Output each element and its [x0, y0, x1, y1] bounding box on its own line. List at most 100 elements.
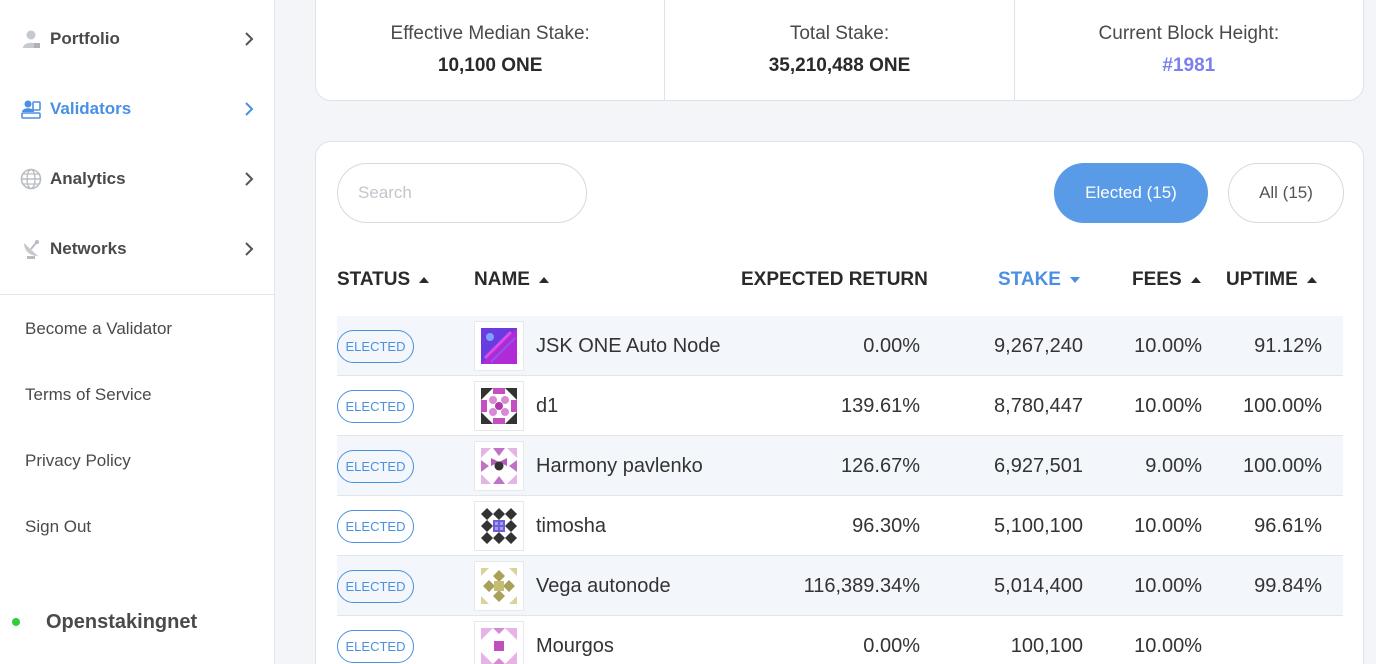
table-row[interactable]: ELECTED Vega autonode 116,389.34% 5,014,… [337, 556, 1343, 616]
network-indicator[interactable]: Openstakingnet [12, 609, 197, 635]
validator-avatar [474, 501, 524, 551]
table-row[interactable]: ELECTED Harmony pavlenko 126.67% 6,927,5… [337, 436, 1343, 496]
user-icon [23, 30, 40, 48]
privacy-policy-link[interactable]: Privacy Policy [25, 451, 131, 471]
status-badge: ELECTED [337, 330, 414, 363]
fees-cell: 10.00% [1134, 394, 1202, 417]
sidebar-divider [0, 294, 274, 295]
globe-icon [20, 168, 42, 190]
chevron-right-icon [245, 172, 254, 186]
nav-item-validators[interactable]: Validators [0, 89, 274, 129]
column-header-expected-return[interactable]: EXPECTED RETURN [741, 269, 928, 291]
uptime-cell: 91.12% [1254, 334, 1322, 357]
stat-total-stake: Total Stake: 35,210,488 ONE [664, 0, 1013, 100]
column-header-label: EXPECTED RETURN [741, 269, 928, 290]
column-header-status[interactable]: STATUS [337, 269, 430, 291]
validator-name: d1 [536, 395, 559, 417]
fees-cell: 10.00% [1134, 574, 1202, 597]
column-header-label: NAME [474, 269, 530, 290]
fees-cell: 10.00% [1134, 514, 1202, 537]
table-row[interactable]: ELECTED d1 139.61% 8,780,447 10.00% 100.… [337, 376, 1343, 436]
validator-identicon [481, 328, 517, 364]
stat-label: Total Stake: [789, 23, 890, 44]
stat-value: 35,210,488 ONE [768, 55, 911, 76]
sidebar: Portfolio Validators Analytics Networks … [0, 0, 275, 664]
chevron-right-icon [245, 32, 254, 46]
nav-label-validators: Validators [50, 99, 132, 118]
status-badge: ELECTED [337, 510, 414, 543]
stake-cell: 8,780,447 [994, 394, 1083, 417]
validators-card: Elected (15) All (15) STATUS NAME EXPECT… [315, 141, 1364, 664]
column-header-uptime[interactable]: UPTIME [1226, 269, 1317, 291]
expected-return-cell: 139.61% [841, 394, 920, 417]
uptime-cell: 96.61% [1254, 514, 1322, 537]
satellite-icon [24, 240, 39, 259]
sign-out-link[interactable]: Sign Out [25, 517, 91, 537]
validator-name: Mourgos [536, 635, 614, 657]
chevron-right-icon [245, 242, 254, 256]
validator-identicon [481, 448, 517, 484]
network-label: Openstakingnet [46, 610, 198, 633]
uptime-cell: 99.84% [1254, 574, 1322, 597]
become-validator-link[interactable]: Become a Validator [25, 319, 172, 339]
nav-label-analytics: Analytics [50, 169, 126, 188]
nav-item-portfolio[interactable]: Portfolio [0, 19, 274, 59]
table-row[interactable]: ELECTED JSK ONE Auto Node 0.00% 9,267,24… [337, 316, 1343, 376]
sort-asc-icon [1306, 277, 1317, 283]
nav-item-networks[interactable]: Networks [0, 229, 274, 269]
validator-avatar [474, 381, 524, 431]
uptime-cell: 100.00% [1243, 454, 1322, 477]
column-header-label: FEES [1132, 269, 1182, 290]
stake-cell: 5,014,400 [994, 574, 1083, 597]
validator-name: Vega autonode [536, 575, 671, 597]
validator-avatar [474, 621, 524, 664]
stake-cell: 6,927,501 [994, 454, 1083, 477]
search-input[interactable] [337, 163, 587, 223]
stat-label: Effective Median Stake: [390, 23, 590, 44]
column-header-name[interactable]: NAME [474, 269, 549, 291]
stake-cell: 5,100,100 [994, 514, 1083, 537]
status-badge: ELECTED [337, 450, 414, 483]
column-header-label: STAKE [998, 269, 1061, 290]
validator-name: timosha [536, 515, 607, 537]
table-row[interactable]: ELECTED Mourgos 0.00% 100,100 10.00% [337, 616, 1343, 664]
expected-return-cell: 0.00% [863, 634, 920, 657]
stake-cell: 9,267,240 [994, 334, 1083, 357]
expected-return-cell: 0.00% [863, 334, 920, 357]
expected-return-cell: 116,389.34% [803, 574, 920, 597]
expected-return-cell: 96.30% [852, 514, 920, 537]
stat-median-stake: Effective Median Stake: 10,100 ONE [316, 0, 664, 100]
uptime-cell [1217, 616, 1322, 664]
expected-return-cell: 126.67% [841, 454, 920, 477]
terms-of-service-link[interactable]: Terms of Service [25, 385, 152, 405]
validator-identicon [481, 568, 517, 604]
sort-desc-icon [1069, 277, 1080, 283]
validator-avatar [474, 321, 524, 371]
column-header-stake[interactable]: STAKE [998, 269, 1080, 291]
status-badge: ELECTED [337, 630, 414, 663]
fees-cell: 9.00% [1145, 454, 1202, 477]
nav-label-networks: Networks [50, 239, 127, 258]
sort-asc-icon [1190, 277, 1201, 283]
nav-item-analytics[interactable]: Analytics [0, 159, 274, 199]
filter-all-button[interactable]: All (15) [1228, 163, 1344, 223]
block-height-link[interactable]: #1981 [1162, 55, 1215, 77]
column-header-fees[interactable]: FEES [1132, 269, 1201, 291]
status-badge: ELECTED [337, 570, 414, 603]
stat-block-height: Current Block Height: #1981 [1013, 0, 1363, 100]
filter-elected-button[interactable]: Elected (15) [1054, 163, 1208, 223]
validator-name: JSK ONE Auto Node [536, 335, 721, 357]
column-header-label: UPTIME [1226, 269, 1298, 290]
table-row[interactable]: ELECTED timosha 96.30% 5,100,100 10.00% … [337, 496, 1343, 556]
stat-value: 10,100 ONE [437, 55, 543, 76]
stake-cell: 100,100 [1010, 634, 1083, 657]
chevron-right-icon [245, 102, 254, 116]
sort-asc-icon [538, 277, 549, 283]
network-status-dot [12, 618, 20, 626]
uptime-cell: 100.00% [1243, 394, 1322, 417]
fees-cell: 10.00% [1134, 334, 1202, 357]
validator-identicon [481, 388, 517, 424]
column-header-label: STATUS [337, 269, 411, 290]
stats-card: Effective Median Stake: 10,100 ONE Total… [315, 0, 1364, 101]
status-badge: ELECTED [337, 390, 414, 423]
